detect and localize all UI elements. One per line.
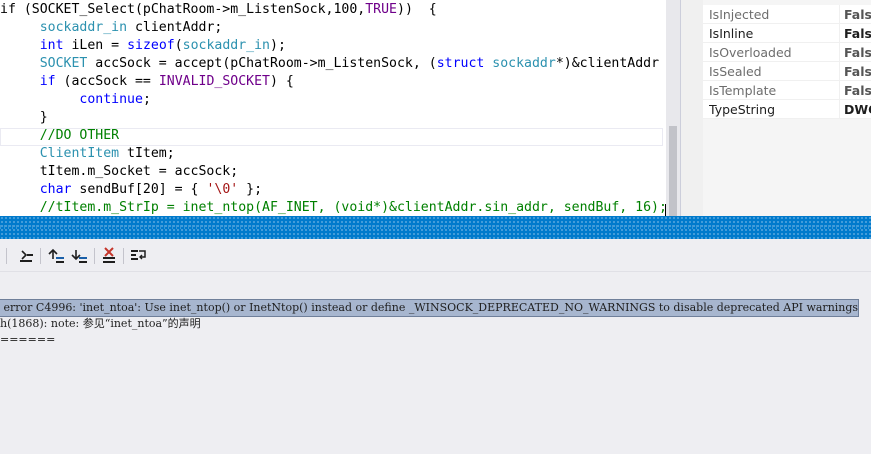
toggle-word-wrap-icon[interactable]	[130, 247, 148, 265]
code-line: if (SOCKET_Select(pChatRoom->m_ListenSoc…	[0, 1, 437, 19]
property-name: IsInline	[709, 26, 754, 41]
property-column-divider	[839, 43, 840, 62]
clear-all-icon[interactable]	[101, 247, 119, 265]
go-to-previous-message-icon[interactable]	[47, 247, 65, 265]
code-token: ) {	[269, 74, 294, 89]
properties-panel: IsInjectedFalseIsInlineFalseIsOverloaded…	[680, 0, 871, 216]
code-token: sockaddr	[492, 56, 556, 71]
toolbar-separator	[40, 248, 41, 264]
code-token: sizeof	[127, 38, 175, 53]
code-token: clientAddr;	[127, 20, 223, 35]
code-line: tItem.m_Socket = accSock;	[0, 163, 239, 181]
property-value[interactable]: False	[844, 24, 871, 43]
property-column-divider	[839, 81, 840, 100]
code-line: sockaddr_in clientAddr;	[0, 19, 223, 37]
toolbar-separator	[6, 248, 7, 264]
property-column-divider	[839, 100, 840, 119]
code-line: char sendBuf[20] = { '\0' };	[0, 181, 262, 199]
code-token: )) {	[397, 2, 437, 17]
property-name: IsSealed	[709, 64, 762, 79]
code-token: tItem;	[119, 146, 175, 161]
property-row[interactable]: IsOverloaded False	[703, 43, 871, 62]
code-line: if (accSock == INVALID_SOCKET) {	[0, 73, 294, 91]
title-bar-grip	[0, 216, 871, 239]
property-name: IsInjected	[709, 7, 770, 22]
code-line: //DO OTHER	[0, 127, 119, 145]
code-token: sendBuf[20] = {	[71, 182, 207, 197]
property-row[interactable]: IsTemplate False	[703, 81, 871, 100]
code-token: '\0'	[206, 182, 239, 197]
code-token: *)&clientAddr	[555, 56, 660, 71]
property-row[interactable]: IsInline False	[703, 24, 871, 43]
find-message-in-code-icon[interactable]	[18, 247, 36, 265]
property-column-divider	[839, 5, 840, 24]
property-column-divider	[839, 24, 840, 43]
code-line: int iLen = sizeof(sockaddr_in);	[0, 37, 286, 55]
code-token: (accSock ==	[55, 74, 159, 89]
code-token: sockaddr_in	[39, 20, 128, 35]
editor-vertical-scrollbar[interactable]	[666, 0, 680, 216]
property-row[interactable]: IsInjected False	[703, 5, 871, 24]
property-value[interactable]: False	[844, 62, 871, 81]
code-line: }	[0, 109, 48, 127]
output-line-selected[interactable]: error C4996: 'inet_ntoa': Use inet_ntop(…	[0, 299, 860, 317]
code-line: SOCKET accSock = accept(pChatRoom->m_Lis…	[0, 55, 659, 73]
property-value[interactable]: False	[844, 5, 871, 24]
output-window-title-bar[interactable]	[0, 216, 871, 239]
code-token: SOCKET	[39, 56, 88, 71]
toolbar-separator	[123, 248, 124, 264]
code-token: continue	[79, 92, 143, 107]
code-token: struct	[436, 56, 485, 71]
editor-scrollbar-thumb[interactable]	[669, 126, 677, 216]
code-editor[interactable]: if (SOCKET_Select(pChatRoom->m_ListenSoc…	[0, 0, 666, 216]
properties-gutter	[681, 0, 703, 216]
code-token: ;	[142, 92, 151, 107]
code-token: char	[39, 182, 72, 197]
code-token: if (SOCKET_Select(pChatRoom->m_ListenSoc…	[0, 2, 366, 17]
output-line[interactable]: h(1868): note: 参见“inet_ntoa”的声明	[0, 316, 201, 332]
code-token: int	[39, 38, 64, 53]
go-to-next-message-icon[interactable]	[70, 247, 88, 265]
code-token: );	[270, 38, 286, 53]
code-token: tItem.m_Socket = accSock;	[0, 164, 239, 179]
code-token: INVALID_SOCKET	[158, 74, 270, 89]
code-line: //tItem.m_StrIp = inet_ntop(AF_INET, (vo…	[0, 199, 666, 216]
code-line: ClientItem tItem;	[0, 145, 175, 163]
code-line: continue;	[0, 91, 151, 109]
output-toolbar	[0, 239, 871, 272]
code-token: //DO OTHER	[39, 128, 120, 143]
code-token: accSock = accept(pChatRoom->m_ListenSock…	[87, 56, 437, 71]
property-row[interactable]: IsSealed False	[703, 62, 871, 81]
code-token: }	[0, 110, 48, 125]
property-row[interactable]: TypeString DWORD	[703, 100, 871, 119]
code-token: (	[174, 38, 183, 53]
toolbar-separator	[94, 248, 95, 264]
property-value[interactable]: False	[844, 81, 871, 100]
property-value[interactable]: DWORD	[844, 100, 871, 119]
code-token: TRUE	[365, 2, 397, 17]
property-value[interactable]: False	[844, 43, 871, 62]
property-name: IsOverloaded	[709, 45, 792, 60]
property-name: TypeString	[709, 102, 776, 117]
code-token: iLen =	[63, 38, 128, 53]
output-line[interactable]: ======	[0, 332, 55, 348]
code-token: sockaddr_in	[182, 38, 270, 53]
code-token: //tItem.m_StrIp = inet_ntop(AF_INET, (vo…	[39, 200, 666, 215]
property-column-divider	[839, 62, 840, 81]
code-token: ClientItem	[39, 146, 120, 161]
code-token: };	[238, 182, 263, 197]
output-text-area[interactable]: error C4996: 'inet_ntoa': Use inet_ntop(…	[0, 272, 871, 454]
code-token: if	[39, 74, 56, 89]
property-name: IsTemplate	[709, 83, 777, 98]
